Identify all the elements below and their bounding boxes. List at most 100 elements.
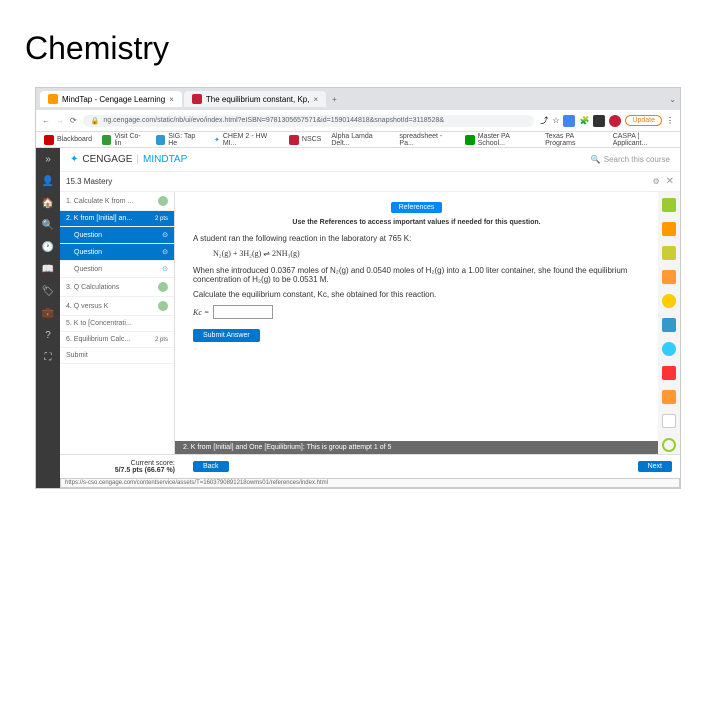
rail-user-icon[interactable]: 👤 <box>41 174 55 188</box>
extension-icon[interactable] <box>593 115 605 127</box>
bookmark-icon[interactable] <box>662 246 676 260</box>
question-text: Calculate the equilibrium constant, Kc, … <box>193 290 640 299</box>
search-button[interactable]: 🔍 Search this course <box>591 155 670 164</box>
extension-icon[interactable] <box>563 115 575 127</box>
extension-icon[interactable] <box>609 115 621 127</box>
circle-icon[interactable] <box>662 438 676 452</box>
bookmark-item[interactable]: Alpha Lamda Delt... <box>331 133 389 147</box>
next-button[interactable]: Next <box>638 461 672 472</box>
bookmark-item[interactable]: SIG: Tap He <box>156 133 204 147</box>
references-button[interactable]: References <box>391 202 443 213</box>
share-icon[interactable]: ⤴ <box>540 115 548 126</box>
gear-icon[interactable]: ⚙ <box>652 177 659 186</box>
rail-flag-icon[interactable]: 🏷 <box>41 284 55 298</box>
search-icon: 🔍 <box>591 155 601 164</box>
rail-search-icon[interactable]: 🔍 <box>41 218 55 232</box>
question-text: When she introduced 0.0367 moles of N₂(g… <box>193 266 640 284</box>
chapter-nav: 1. Calculate K from ... 2. K from [Initi… <box>60 192 175 454</box>
rail-expand-icon[interactable]: » <box>41 152 55 166</box>
status-icon <box>158 196 168 206</box>
status-bar: 2. K from [Initial] and One [Equilibrium… <box>175 441 658 454</box>
product-name: MINDTAP <box>143 154 187 165</box>
cloud-icon[interactable] <box>662 342 676 356</box>
nav-submit[interactable]: Submit <box>60 348 174 364</box>
tab-label: The equilibrium constant, Kp, <box>206 95 310 104</box>
close-icon[interactable]: × <box>169 95 174 104</box>
check-icon: ⊙ <box>162 265 168 273</box>
star-tool-icon[interactable] <box>662 390 676 404</box>
main-area: ✦ CENGAGE | MINDTAP 🔍 Search this course… <box>60 148 680 488</box>
nav-item[interactable]: 4. Q versus K <box>60 297 174 316</box>
tabs-bar: MindTap - Cengage Learning × The equilib… <box>36 88 680 110</box>
bookmark-item[interactable]: spreadsheet - Pa... <box>399 133 455 147</box>
bookmark-item[interactable]: Blackboard <box>44 135 92 145</box>
close-icon[interactable]: × <box>313 95 318 104</box>
status-icon <box>158 301 168 311</box>
url-text: ng.cengage.com/static/nb/ui/evo/index.ht… <box>103 117 444 124</box>
chevron-down-icon[interactable]: ⌄ <box>669 95 676 104</box>
kc-input-row: Kc = <box>193 305 640 319</box>
submit-answer-button[interactable]: Submit Answer <box>193 329 260 342</box>
rail-help-icon[interactable]: ? <box>41 328 55 342</box>
kc-label: Kc = <box>193 308 209 317</box>
url-status: https://s-cso.cengage.com/contentservice… <box>60 478 680 488</box>
bookmark-item[interactable]: Texas PA Programs <box>545 133 603 147</box>
nav-item[interactable]: 2. K from [Initial] an...2 pts <box>60 211 174 227</box>
rail-home-icon[interactable]: 🏠 <box>41 196 55 210</box>
hint-text: Use the References to access important v… <box>193 219 640 226</box>
question-text: A student ran the following reaction in … <box>193 234 640 243</box>
nav-item[interactable]: Question⊙ <box>60 261 174 278</box>
browser-tab[interactable]: The equilibrium constant, Kp, × <box>184 91 326 107</box>
content-row: 1. Calculate K from ... 2. K from [Initi… <box>60 192 680 454</box>
nav-item[interactable]: 1. Calculate K from ... <box>60 192 174 211</box>
az-icon[interactable] <box>662 270 676 284</box>
rail-clock-icon[interactable]: 🕐 <box>41 240 55 254</box>
bookmarks-bar: Blackboard Visit Co-lin SIG: Tap He ✦CHE… <box>36 132 680 148</box>
triangle-icon[interactable] <box>662 366 676 380</box>
bookmark-item[interactable]: Master PA School... <box>465 133 535 147</box>
forward-icon[interactable]: → <box>56 116 64 125</box>
tab-favicon <box>48 94 58 104</box>
browser-tab[interactable]: MindTap - Cengage Learning × <box>40 91 182 107</box>
pencil-icon[interactable] <box>662 198 676 212</box>
brand: ✦ CENGAGE | MINDTAP <box>70 154 187 165</box>
nav-item[interactable]: Question⊙ <box>60 227 174 244</box>
rail-briefcase-icon[interactable]: 💼 <box>41 306 55 320</box>
brand-name: CENGAGE <box>82 154 132 165</box>
star-icon[interactable]: ☆ <box>552 116 559 125</box>
back-icon[interactable]: ← <box>42 116 50 125</box>
new-tab-icon[interactable]: + <box>332 95 337 104</box>
nav-item[interactable]: 5. K to [Concentrati... <box>60 316 174 332</box>
url-input[interactable]: 🔒 ng.cengage.com/static/nb/ui/evo/index.… <box>83 115 535 127</box>
close-icon[interactable]: ✕ <box>666 176 674 187</box>
reload-icon[interactable]: ⟳ <box>70 116 77 125</box>
update-button[interactable]: Update <box>625 115 662 126</box>
question-area: References Use the References to access … <box>175 192 658 454</box>
chat-icon[interactable] <box>662 414 676 428</box>
tools-rail <box>658 192 680 454</box>
nav-item[interactable]: 6. Equilibrium Calc...2 pts <box>60 332 174 348</box>
equation: N₂(g) + 3H₂(g) ⇌ 2NH₃(g) <box>213 249 640 258</box>
puzzle-icon[interactable]: 🧩 <box>579 116 589 125</box>
bookmark-item[interactable]: NSCS <box>289 135 321 145</box>
app-container: » 👤 🏠 🔍 🕐 📖 🏷 💼 ? ⛶ ✦ CENGAGE | MINDTAP … <box>36 148 680 488</box>
nav-item[interactable]: 3. Q Calculations <box>60 278 174 297</box>
score-row: Current score: 5/7.5 pts (66.67 %) Back … <box>60 454 680 478</box>
rss-icon[interactable] <box>662 222 676 236</box>
kc-input[interactable] <box>213 305 273 319</box>
rail-book-icon[interactable]: 📖 <box>41 262 55 276</box>
nav-item[interactable]: Question⊙ <box>60 244 174 261</box>
bookmark-item[interactable]: CASPA | Applicant... <box>613 133 672 147</box>
back-button[interactable]: Back <box>193 461 229 472</box>
page-title: Chemistry <box>0 0 716 87</box>
bookmark-item[interactable]: ✦CHEM 2 - HW MI... <box>214 133 279 147</box>
score-label: Current score: 5/7.5 pts (66.67 %) <box>68 460 183 474</box>
address-bar: ← → ⟳ 🔒 ng.cengage.com/static/nb/ui/evo/… <box>36 110 680 132</box>
brand-logo-icon: ✦ <box>70 154 78 165</box>
coin-icon[interactable] <box>662 294 676 308</box>
menu-icon[interactable]: ⋮ <box>666 116 674 125</box>
doc-icon[interactable] <box>662 318 676 332</box>
rail-fullscreen-icon[interactable]: ⛶ <box>41 350 55 364</box>
tab-label: MindTap - Cengage Learning <box>62 95 165 104</box>
bookmark-item[interactable]: Visit Co-lin <box>102 133 146 147</box>
